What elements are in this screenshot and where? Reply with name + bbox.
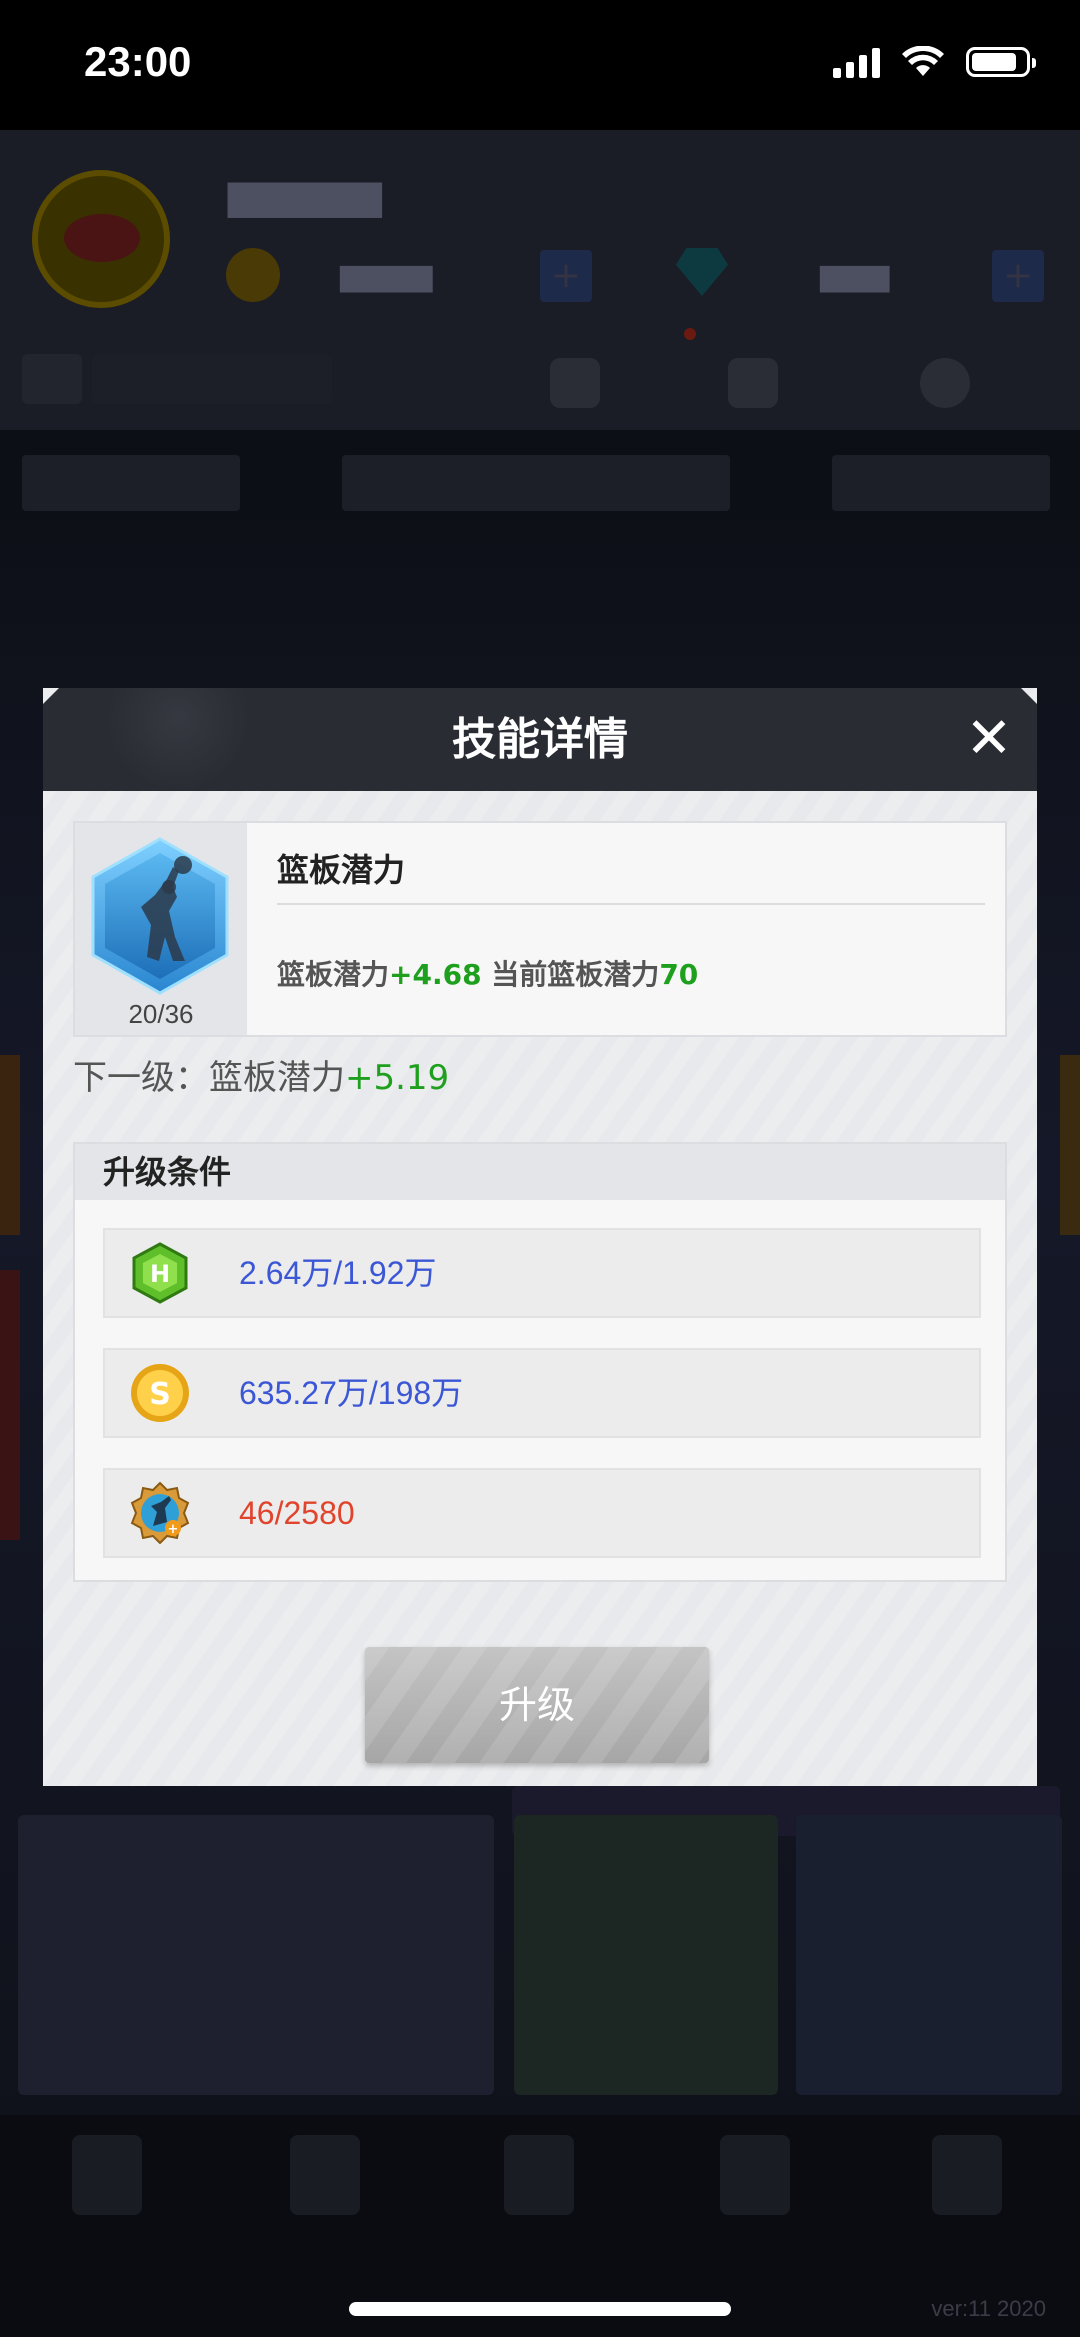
modal-title: 技能详情 [452,714,628,765]
status-bar: 23:00 [0,0,1080,130]
filter-tab-3 [832,455,1050,511]
next-level-bonus: +5.19 [345,1058,450,1098]
status-time: 23:00 [84,38,192,85]
nav-item-3 [484,2135,594,2215]
gem-value-dimmed: ▆▆▆ [820,258,890,293]
filter-tab-1 [22,455,240,511]
svg-text:H: H [150,1260,170,1288]
condition-value: 635.27万/198万 [239,1375,464,1411]
vip-tag [22,354,82,404]
skill-icon-panel: 20/36 [75,823,247,1035]
skill-desc-current-value: 70 [659,958,699,991]
skill-desc-stat: 篮板潜力 [277,958,390,991]
bg-panel-right [796,1815,1062,2095]
bg-card-orange [0,1055,20,1235]
bg-card-red [0,1270,20,1540]
player-rebound-hexagon-icon [91,837,229,995]
cellular-signal-icon [833,46,880,78]
add-coin-button [540,250,592,302]
skill-description: 篮板潜力+4.68 当前篮板潜力70 [277,953,698,993]
skill-detail-modal: 技能详情 ✕ 20/36 篮板潜力 篮板潜力+4.68 当前篮板潜力70 下一级… [43,688,1037,1786]
notification-dot [684,328,696,340]
svg-text:S: S [149,1377,171,1412]
wifi-icon [902,46,944,76]
next-level-stat: 篮板潜力 [209,1058,345,1098]
nav-item-1 [52,2135,162,2215]
upgrade-conditions: 升级条件 H 2.64万/1.92万 S 635.27万/198万 + 46/2… [73,1142,1007,1582]
coin-value-dimmed: ▆▆▆▆ [340,258,433,293]
version-label: ver:11 2020 [931,2296,1046,2321]
condition-row: H 2.64万/1.92万 [103,1228,981,1318]
close-button[interactable]: ✕ [961,711,1017,768]
team-logo [32,170,170,308]
bg-card-yellow [1060,1055,1080,1235]
coin-icon-dimmed [226,248,280,302]
modal-header: 技能详情 ✕ [43,688,1037,791]
nav-item-2 [270,2135,380,2215]
team-name-dimmed: ▆▆▆▆▆ [228,172,382,218]
add-gem-button [992,250,1044,302]
condition-value: 2.64万/1.92万 [239,1255,437,1291]
skill-desc-current-label: 当前篮板潜力 [481,958,660,991]
home-indicator[interactable] [349,2302,731,2316]
battery-icon [966,47,1036,77]
status-icons [833,46,1036,78]
condition-row: + 46/2580 [103,1468,981,1558]
skill-level: 20/36 [128,999,194,1029]
filter-tab-2 [342,455,730,511]
nav-item-5 [912,2135,1022,2215]
nav-item-4 [700,2135,810,2215]
skill-book-medal-icon: + [130,1482,190,1544]
h-badge-icon: H [132,1242,188,1304]
conditions-title: 升级条件 [103,1153,232,1191]
gem-icon-dimmed [676,248,728,296]
chat-icon [728,358,778,408]
settings-gear-icon [920,358,970,408]
condition-row: S 635.27万/198万 [103,1348,981,1438]
club-info-tag [92,354,332,404]
bg-panel-left [18,1815,494,2095]
gold-coin-icon: S [131,1364,189,1422]
svg-text:+: + [168,1522,179,1537]
divider [277,903,985,905]
friends-icon [550,358,600,408]
next-level-label: 下一级： [73,1058,209,1098]
background-header: ▆▆▆▆▆ ▆▆▆▆ ▆▆▆ [0,130,1080,430]
skill-name: 篮板潜力 [277,851,406,889]
conditions-header: 升级条件 [75,1144,1005,1200]
bg-panel-mid [514,1815,778,2095]
condition-value: 46/2580 [239,1495,355,1531]
next-level-info: 下一级：篮板潜力+5.19 [73,1050,449,1099]
skill-desc-bonus: +4.68 [389,958,482,991]
skill-info-card: 20/36 篮板潜力 篮板潜力+4.68 当前篮板潜力70 [73,821,1007,1037]
upgrade-button[interactable]: 升级 [365,1647,709,1763]
